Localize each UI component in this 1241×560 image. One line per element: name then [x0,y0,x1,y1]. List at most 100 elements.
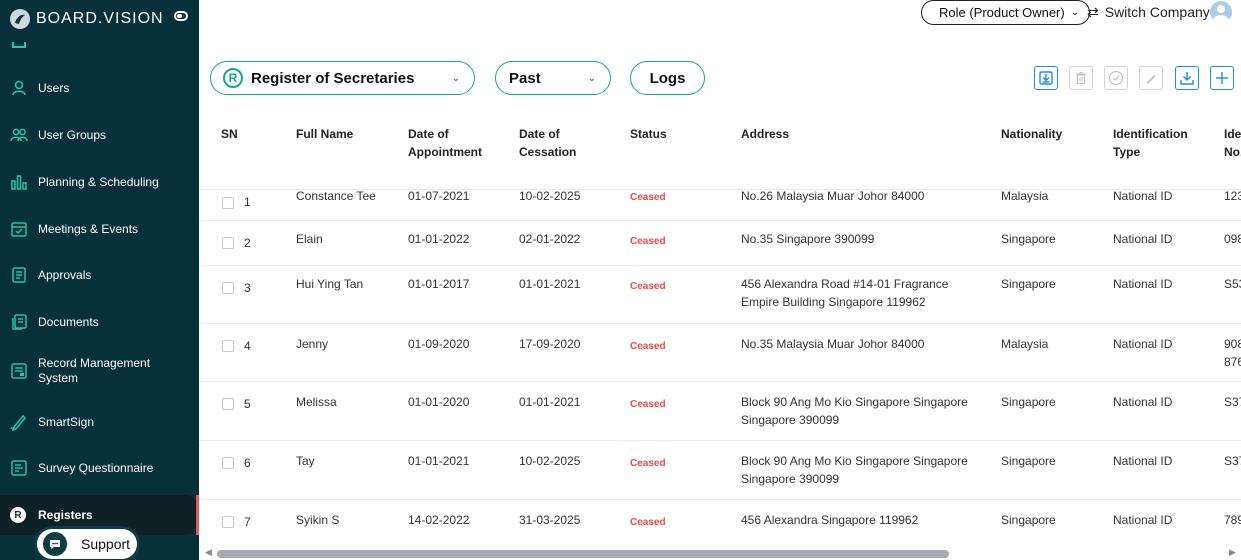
delete-button[interactable] [1069,66,1093,90]
row-checkbox[interactable] [222,340,234,352]
row-checkbox[interactable] [222,516,234,528]
cell-sn: 4 [244,339,251,353]
support-label: Support [81,536,131,552]
cell-date-cessation: 01-01-2021 [519,277,581,291]
swap-icon: ⇄ [1087,3,1099,20]
role-dropdown[interactable]: Role (Product Owner) ⌄ [921,0,1091,25]
scroll-right-icon[interactable]: ▶ [1229,547,1236,558]
cell-id-no: S53 [1224,277,1241,291]
table-row[interactable]: 6 Tay 01-01-2021 10-02-2025 Ceased Block… [199,441,1241,500]
avatar[interactable] [1210,1,1232,23]
cell-id-type: National ID [1113,232,1173,246]
table-row[interactable]: 2 Elain 01-01-2022 02-01-2022 Ceased No.… [199,221,1241,266]
status-badge: Ceased [630,236,666,247]
registers-icon: R [10,507,26,523]
cell-id-no: S37 [1224,395,1241,409]
cell-id-no: 123 [1224,189,1241,203]
register-select[interactable]: R Register of Secretaries ⌄ [210,61,475,95]
cell-sn: 6 [244,456,251,470]
cell-date-appointment: 01-01-2022 [408,232,470,246]
check-circle-icon [1108,70,1124,86]
scroll-left-icon[interactable]: ◀ [205,547,212,558]
column-header-date-appointment[interactable]: Date of Appointment [408,125,482,161]
table-row[interactable]: 1 Constance Tee 01-07-2021 10-02-2025 Ce… [199,189,1241,221]
status-badge: Ceased [630,517,666,528]
switch-company-button[interactable]: ⇄ Switch Company [1087,1,1210,23]
scrollbar-thumb[interactable] [217,550,949,558]
chat-icon [43,532,67,556]
cell-address: 456 Alexandra Road #14-01 Fragrance Empi… [741,277,949,309]
status-badge: Ceased [630,192,666,203]
sidebar-item-smartsign[interactable]: SmartSign [0,410,199,434]
chevron-down-icon: ⌄ [587,72,596,84]
cell-id-type: National ID [1113,337,1173,351]
sidebar-item-survey[interactable]: Survey Questionnaire [0,456,199,480]
sidebar-item-documents[interactable]: Documents [0,310,199,334]
sidebar-item-label: Survey Questionnaire [38,460,154,475]
period-select-value: Past [509,69,541,87]
add-button[interactable] [1210,66,1234,90]
cell-nationality: Malaysia [1001,189,1049,203]
sidebar-item-meetings[interactable]: Meetings & Events [0,217,199,241]
bar-chart-icon [10,173,28,191]
brand-logo[interactable]: BOARD.VISION [10,6,164,32]
row-checkbox[interactable] [222,197,234,209]
cell-sn: 3 [244,281,251,295]
cell-sn: 7 [244,515,251,529]
row-checkbox[interactable] [222,282,234,294]
sidebar-item-label: Documents [38,314,99,329]
user-icon [10,79,28,97]
approve-button[interactable] [1104,66,1128,90]
cell-nationality: Singapore [1001,454,1056,468]
column-header-date-cessation[interactable]: Date of Cessation [519,125,576,161]
logs-button[interactable]: Logs [630,61,705,95]
sidebar-toggle-icon[interactable] [174,11,188,21]
horizontal-scrollbar[interactable]: ◀ ▶ [199,546,1241,560]
column-header-address[interactable]: Address [741,125,789,143]
documents-icon [10,313,28,331]
logs-label: Logs [649,69,686,87]
table-row[interactable]: 5 Melissa 01-01-2020 01-01-2021 Ceased B… [199,382,1241,441]
cell-full-name: Constance Tee [296,189,376,203]
status-badge: Ceased [630,458,666,469]
pencil-icon [1146,75,1156,84]
sidebar-item-users[interactable]: Users [0,76,199,100]
sidebar-item-planning[interactable]: Planning & Scheduling [0,170,199,194]
cell-id-no: S37 [1224,454,1241,468]
column-header-nationality[interactable]: Nationality [1001,125,1062,143]
cell-sn: 5 [244,397,251,411]
sidebar-item-user-groups[interactable]: User Groups [0,123,199,147]
column-header-id-type[interactable]: Identification Type [1113,125,1188,161]
scrollbar-track[interactable] [217,550,1227,558]
cell-id-type: National ID [1113,189,1173,203]
column-header-sn[interactable]: SN [221,125,238,143]
import-button[interactable] [1034,66,1058,90]
column-header-status[interactable]: Status [630,125,667,143]
download-button[interactable] [1175,66,1199,90]
period-select[interactable]: Past ⌄ [495,61,611,95]
row-checkbox[interactable] [222,398,234,410]
cell-date-appointment: 14-02-2022 [408,513,470,527]
column-header-id-no[interactable]: Ide No. [1224,125,1241,161]
cell-date-cessation: 10-02-2025 [519,189,581,203]
sidebar-item-record-management[interactable]: Record Management System [0,355,199,387]
edit-button[interactable] [1139,66,1163,90]
switch-company-label: Switch Company [1104,4,1210,20]
cell-date-cessation: 17-09-2020 [519,337,581,351]
support-button[interactable]: Support [34,526,140,560]
column-header-full-name[interactable]: Full Name [296,125,353,143]
chevron-down-icon: ⌄ [1070,7,1080,18]
table-row[interactable]: 4 Jenny 01-09-2020 17-09-2020 Ceased No.… [199,324,1241,382]
sidebar-item-approvals[interactable]: Approvals [0,263,199,287]
cell-date-appointment: 01-01-2017 [408,277,470,291]
table-row[interactable]: 3 Hui Ying Tan 01-01-2017 01-01-2021 Cea… [199,266,1241,324]
table-row[interactable]: 7 Syikin S 14-02-2022 31-03-2025 Ceased … [199,500,1241,546]
role-label: Role (Product Owner) [939,5,1065,20]
sidebar-item-label: User Groups [38,127,107,142]
cell-id-type: National ID [1113,454,1173,468]
row-checkbox[interactable] [222,457,234,469]
import-icon [1039,71,1053,85]
row-checkbox[interactable] [222,237,234,249]
brand-name: BOARD.VISION [36,10,164,27]
status-badge: Ceased [630,399,666,410]
